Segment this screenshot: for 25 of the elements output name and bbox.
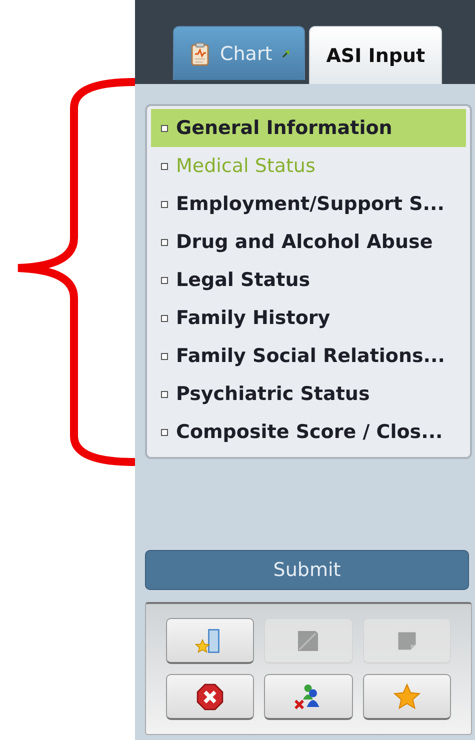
submit-button[interactable]: Submit xyxy=(145,550,469,590)
section-link[interactable]: Legal Status xyxy=(151,261,466,299)
tab[interactable]: ASI Input xyxy=(309,26,442,84)
toolbar-button[interactable] xyxy=(166,674,254,720)
bullet-icon xyxy=(161,314,168,322)
bullet-icon xyxy=(161,200,168,208)
toolbar-button[interactable] xyxy=(166,618,254,664)
toolbar-button[interactable] xyxy=(264,674,353,720)
section-link[interactable]: Family Social Relations... xyxy=(151,337,466,375)
cancel-icon xyxy=(195,682,226,712)
bullet-icon xyxy=(161,162,168,170)
section-link[interactable]: Family History xyxy=(151,299,466,337)
bullet-icon xyxy=(161,276,168,284)
star-icon xyxy=(392,682,422,712)
bullet-icon xyxy=(161,124,168,132)
section-link[interactable]: Drug and Alcohol Abuse xyxy=(151,223,466,261)
section-link[interactable]: General Information xyxy=(151,109,466,147)
toolbar-button[interactable] xyxy=(362,674,451,720)
bullet-icon xyxy=(161,238,168,246)
bullet-icon xyxy=(161,352,168,360)
section-link[interactable]: Employment/Support S... xyxy=(151,185,466,223)
bullet-icon xyxy=(161,428,168,436)
section-link[interactable]: Composite Score / Clos... xyxy=(151,413,466,451)
section-link[interactable]: Psychiatric Status xyxy=(151,375,466,413)
bullet-icon xyxy=(161,390,168,398)
